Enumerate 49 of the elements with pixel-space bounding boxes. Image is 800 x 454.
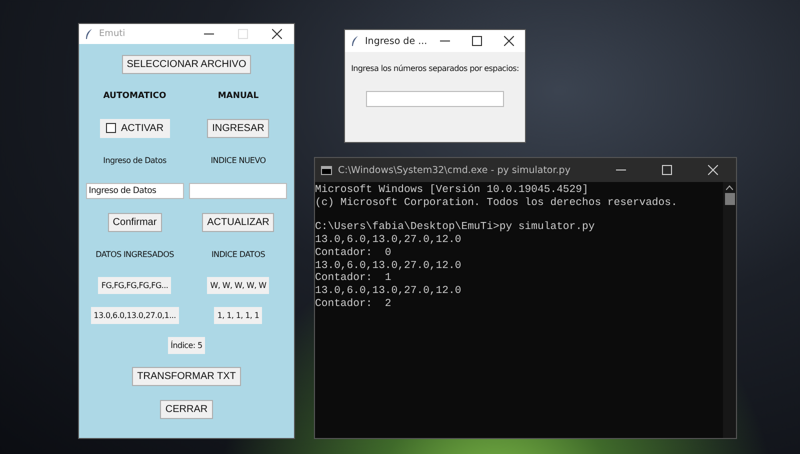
console-line: 13.0,6.0,13.0,27.0,12.0	[315, 284, 462, 298]
update-button[interactable]: ACTUALIZAR	[202, 212, 274, 232]
console-line: Contador: 0	[315, 246, 392, 260]
select-file-button[interactable]: SELECCIONAR ARCHIVO	[122, 54, 252, 74]
console-line: 13.0,6.0,13.0,27.0,12.0	[315, 260, 462, 272]
console-line: 13.0,6.0,13.0,27.0,12.0	[315, 234, 462, 247]
feather-icon	[351, 36, 359, 46]
close-icon	[504, 36, 514, 46]
data-input-field[interactable]: Ingreso de Datos	[86, 183, 184, 199]
section-heading: AUTOMATICO	[103, 91, 166, 101]
scrollbar-thumb[interactable]	[724, 193, 734, 205]
data-value: FG,FG,FG,FG,FG...	[98, 276, 172, 294]
window-title: Ingreso de ...	[365, 36, 428, 46]
list-heading: INDICE DATOS	[211, 250, 266, 258]
list-heading: DATOS INGRESADOS	[96, 250, 174, 258]
console-line: (c) Microsoft Corporation. Todos los derechos reservados.	[315, 196, 678, 210]
close-icon	[272, 29, 282, 39]
prompt-text: Ingresa los números separados por espacios:	[351, 64, 519, 73]
minimize-icon	[616, 169, 626, 171]
index-count: Índice: 5	[168, 336, 206, 354]
section-heading: MANUAL	[218, 91, 259, 101]
field-label: INDICE NUEVO	[210, 156, 266, 164]
window-title: C:\Windows\System32\cmd.exe - py simulator.py	[338, 164, 572, 176]
field-label: Ingreso de Datos	[103, 156, 166, 164]
minimize-icon	[440, 40, 450, 42]
index-value: 1, 1, 1, 1, 1	[214, 306, 262, 324]
console-line: Microsoft Windows [Versión 10.0.19045.4529]	[315, 184, 590, 197]
scroll-up-icon	[726, 185, 733, 190]
index-value: W, W, W, W, W	[207, 276, 270, 294]
console-line: Contador: 2	[315, 298, 392, 310]
feather-icon	[85, 28, 93, 40]
close-icon	[708, 165, 718, 175]
console-line: C:\Users\fabia\Desktop\EmuTi>py simulator.py	[315, 221, 596, 234]
ingresar-button[interactable]: INGRESAR	[207, 118, 270, 138]
close-app-button[interactable]: CERRAR	[160, 400, 213, 418]
transform-button[interactable]: TRANSFORMAR TXT	[132, 366, 241, 386]
terminal-icon	[321, 166, 332, 174]
scrollbar[interactable]	[723, 182, 736, 438]
activate-checkbox[interactable]: ACTIVAR	[100, 118, 170, 138]
maximize-icon	[238, 29, 248, 39]
window-title: Emuti	[99, 29, 126, 39]
minimize-icon	[204, 33, 214, 35]
numbers-input-field[interactable]	[366, 91, 504, 107]
index-input-field[interactable]	[189, 183, 288, 199]
confirm-button[interactable]: Confirmar	[108, 212, 162, 232]
maximize-icon	[472, 36, 482, 46]
maximize-icon	[662, 165, 672, 175]
console-line: Contador: 1	[315, 272, 392, 285]
data-value: 13.0,6.0,13.0,27.0,1...	[90, 306, 179, 324]
